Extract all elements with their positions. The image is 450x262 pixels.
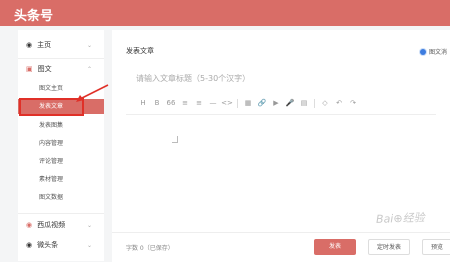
- ordered-list-icon[interactable]: ≡: [192, 99, 206, 107]
- preview-button[interactable]: 预览: [422, 239, 450, 255]
- sidebar-item-label: 主页: [37, 41, 52, 49]
- sidebar-item-video[interactable]: ◉ 西瓜视频 ⌄: [18, 214, 104, 236]
- sidebar-item-weitoutiao[interactable]: ◉ 微头条 ⌄: [18, 234, 104, 256]
- audio-icon[interactable]: 🎤: [283, 99, 297, 107]
- radio-selected-icon: [420, 48, 426, 55]
- brand-logo[interactable]: 头条号: [14, 5, 53, 24]
- video-icon: ◉: [26, 221, 33, 229]
- article-title-input[interactable]: [126, 70, 446, 86]
- sidebar-subitem-publish-article[interactable]: 发表文章: [18, 99, 104, 114]
- sidebar-item-article[interactable]: ▣ 图文 ⌃: [18, 58, 104, 80]
- undo-icon[interactable]: ↶: [332, 99, 346, 107]
- sidebar-subitem-article-home[interactable]: 图文主页: [18, 81, 104, 96]
- page-title: 发表文章: [126, 47, 154, 55]
- chevron-down-icon: ⌄: [86, 41, 92, 49]
- word-count: 字数 0（已保存）: [126, 245, 174, 252]
- unordered-list-icon[interactable]: ≡: [178, 99, 192, 107]
- publish-type-label: 图文消: [429, 49, 448, 56]
- main-panel: 发表文章 图文消 H B 66 ≡ ≡ — <> ▦ 🔗 ▶ 🎤 ▤ ◇ ↶ ↷: [112, 30, 450, 261]
- footer-bar: 字数 0（已保存） 发表 定时发表 预览: [112, 232, 450, 262]
- heading-icon[interactable]: H: [136, 99, 150, 107]
- sidebar-subitem-comment-management[interactable]: 评论管理: [18, 154, 104, 169]
- code-icon[interactable]: <>: [220, 99, 234, 107]
- eraser-icon[interactable]: ◇: [318, 99, 332, 107]
- sidebar-subitem-article-data[interactable]: 图文数据: [18, 190, 104, 205]
- video-icon[interactable]: ▶: [269, 99, 283, 107]
- watermark: Bai⊕经验: [375, 211, 425, 226]
- toolbar-divider: [314, 98, 315, 108]
- chevron-down-icon: ⌄: [86, 241, 92, 249]
- toolbar-divider: [237, 98, 238, 108]
- sidebar-subitem-material-management[interactable]: 素材管理: [18, 172, 104, 187]
- timed-publish-button[interactable]: 定时发表: [368, 239, 410, 255]
- top-bar: 头条号: [0, 0, 450, 26]
- chevron-up-icon: ⌃: [86, 65, 92, 73]
- publish-button[interactable]: 发表: [314, 239, 356, 255]
- home-icon: ◉: [26, 41, 33, 49]
- sidebar-item-home[interactable]: ◉ 主页 ⌄: [18, 34, 104, 56]
- sidebar-item-label: 图文: [37, 65, 52, 73]
- bold-icon[interactable]: B: [150, 99, 164, 107]
- article-icon: ▣: [26, 65, 33, 73]
- horizontal-rule-icon[interactable]: —: [206, 99, 220, 107]
- editor-toolbar: H B 66 ≡ ≡ — <> ▦ 🔗 ▶ 🎤 ▤ ◇ ↶ ↷: [136, 96, 360, 110]
- sidebar-item-label: 西瓜视频: [37, 221, 66, 229]
- editor-body[interactable]: [172, 136, 178, 143]
- publish-type-radio[interactable]: 图文消: [420, 47, 447, 56]
- chevron-down-icon: ⌄: [86, 221, 92, 229]
- sidebar-item-label: 微头条: [37, 241, 59, 249]
- image-icon[interactable]: ▦: [241, 99, 255, 107]
- table-icon[interactable]: ▤: [297, 99, 311, 107]
- sidebar-subitem-content-management[interactable]: 内容管理: [18, 136, 104, 151]
- sidebar-subitem-publish-gallery[interactable]: 发表图集: [18, 118, 104, 133]
- sidebar: ◉ 主页 ⌄ ▣ 图文 ⌃ 图文主页 发表文章 发表图集 内容管理 评论管理 素…: [18, 30, 104, 261]
- quote-icon[interactable]: 66: [164, 99, 178, 107]
- link-icon[interactable]: 🔗: [255, 99, 269, 107]
- divider: [126, 114, 436, 115]
- weitoutiao-icon: ◉: [26, 241, 33, 249]
- redo-icon[interactable]: ↷: [346, 99, 360, 107]
